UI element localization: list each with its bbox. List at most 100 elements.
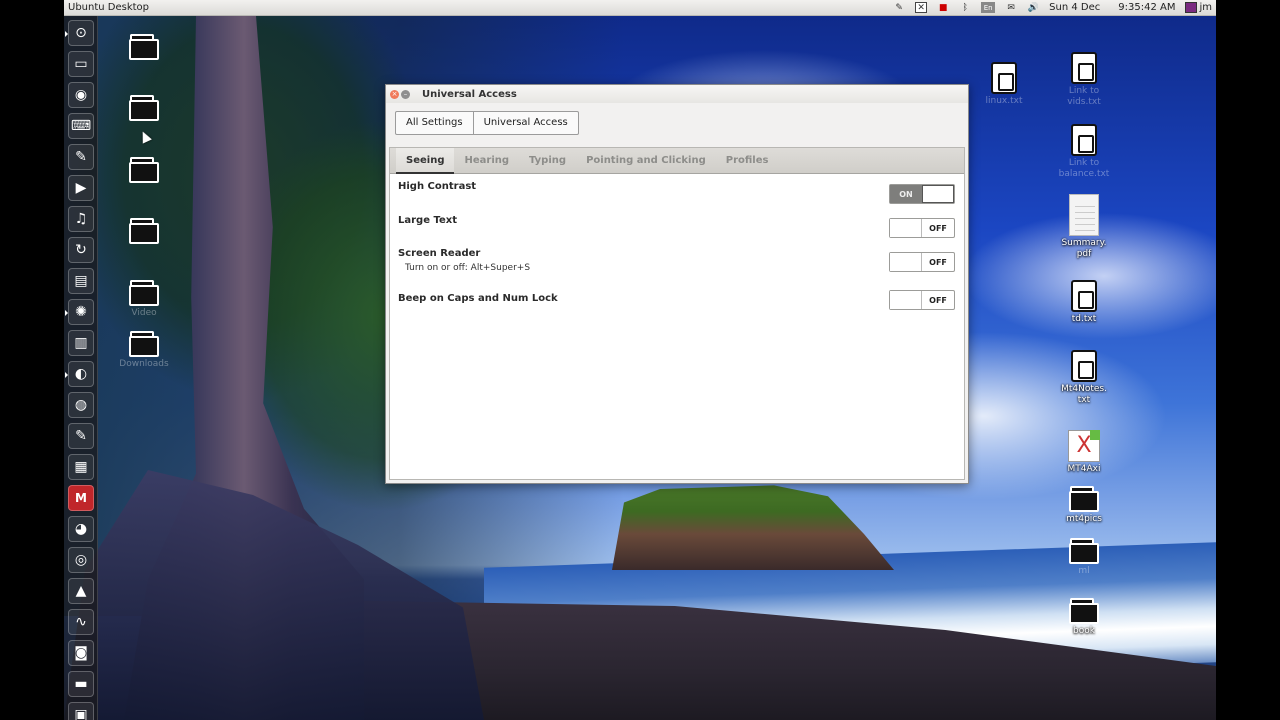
desktop-item[interactable]: book [1052, 598, 1116, 637]
settings-panel: Seeing Hearing Typing Pointing and Click… [389, 147, 965, 480]
launcher-keyboard-icon[interactable]: ⌨ [68, 113, 94, 139]
launcher-music-icon[interactable]: ♫ [68, 206, 94, 232]
folder-icon [129, 34, 159, 60]
beep-caps-toggle[interactable]: OFF [889, 290, 955, 310]
toggle-on-label: ON [890, 185, 922, 203]
close-box-icon[interactable]: ✕ [915, 2, 928, 13]
desktop-folder[interactable]: Downloads [112, 331, 176, 370]
mail-icon[interactable]: ✉ [1005, 2, 1017, 13]
desktop-item-label: ml [1078, 566, 1090, 576]
folder-icon [129, 95, 159, 121]
desktop-item[interactable]: Link to vids.txt [1052, 52, 1116, 108]
setting-row-large-text: Large Text OFF [398, 215, 958, 238]
folder-icon [1069, 538, 1099, 564]
desktop-item-label: Summary. pdf [1061, 238, 1107, 259]
desktop-item[interactable]: linux.txt [972, 62, 1036, 107]
tab-hearing[interactable]: Hearing [454, 148, 519, 174]
desktop-item[interactable]: Summary. pdf [1052, 194, 1116, 260]
desktop-item[interactable]: ml [1052, 538, 1116, 577]
desktop-folder[interactable] [112, 218, 176, 246]
desktop-item[interactable]: Link to balance.txt [1052, 124, 1116, 180]
launcher-chromium-icon[interactable]: ◍ [68, 392, 94, 418]
setting-shortcut-hint: Turn on or off: Alt+Super+S [405, 263, 531, 273]
universal-access-window: × – Universal Access All Settings Univer… [385, 84, 969, 484]
text-file-icon [1071, 52, 1097, 84]
tab-typing[interactable]: Typing [519, 148, 576, 174]
launcher-terminal-icon[interactable]: ▶ [68, 175, 94, 201]
launcher-gmail-icon[interactable]: M [68, 485, 94, 511]
folder-icon [1069, 598, 1099, 624]
folder-icon [129, 280, 159, 306]
toggle-off-label: OFF [929, 295, 947, 305]
window-titlebar[interactable]: × – Universal Access [386, 85, 968, 103]
bluetooth-icon[interactable]: ᛒ [959, 2, 971, 13]
launcher-media-player-icon[interactable]: ◎ [68, 547, 94, 573]
desktop-folder[interactable] [112, 34, 176, 62]
setting-row-screen-reader: Screen Reader Turn on or off: Alt+Super+… [398, 248, 958, 273]
launcher-workspace-icon[interactable]: ▭ [68, 51, 94, 77]
launcher-system-monitor-icon[interactable]: ∿ [68, 609, 94, 635]
desktop-item[interactable]: Mt4Notes. txt [1052, 350, 1116, 406]
launcher-presentation-icon[interactable]: ▲ [68, 578, 94, 604]
desktop-item-label: linux.txt [985, 96, 1023, 106]
desktop-item-label: Link to vids.txt [1067, 86, 1101, 107]
desktop-folder[interactable]: Video [112, 280, 176, 319]
breadcrumb-universal-access[interactable]: Universal Access [472, 112, 578, 134]
toggle-knob [890, 291, 923, 309]
clock-display[interactable]: 9:35:42 AM [1118, 2, 1175, 13]
user-avatar-icon[interactable] [1185, 2, 1198, 13]
launcher-network-icon[interactable]: ◕ [68, 516, 94, 542]
pencil-icon[interactable]: ✎ [893, 2, 905, 13]
desktop-item[interactable]: X MT4Axi [1052, 430, 1116, 475]
desktop-item-label: Video [131, 308, 157, 318]
text-file-icon [1071, 124, 1097, 156]
volume-icon[interactable]: 🔊 [1027, 2, 1039, 13]
launcher-dash-icon[interactable]: ⊙ [65, 20, 94, 46]
large-text-toggle[interactable]: OFF [889, 218, 955, 238]
desktop-item[interactable]: td.txt [1052, 280, 1116, 325]
toggle-off-label: OFF [929, 257, 947, 267]
high-contrast-toggle[interactable]: ON [889, 184, 955, 204]
launcher-settings-icon[interactable]: ✎ [68, 144, 94, 170]
launcher-firefox-icon[interactable]: ◐ [65, 361, 94, 387]
launcher-archive-icon[interactable]: ▥ [68, 330, 94, 356]
launcher-disk-utility-icon[interactable]: ◙ [68, 640, 94, 666]
desktop-item-label: td.txt [1071, 314, 1097, 324]
user-name[interactable]: jm [1199, 2, 1212, 13]
setting-label: High Contrast [398, 181, 477, 192]
desktop-folder[interactable] [112, 157, 176, 185]
toggle-knob [921, 185, 954, 203]
breadcrumb-all-settings[interactable]: All Settings [396, 112, 473, 134]
desktop-item-label: mt4pics [1066, 514, 1102, 524]
top-panel-title: Ubuntu Desktop [68, 2, 150, 13]
desktop-item-label: Downloads [119, 359, 169, 369]
launcher-tray-icon[interactable]: ▬ [68, 671, 94, 697]
desktop-item[interactable]: mt4pics [1052, 486, 1116, 525]
desktop-item-label: MT4Axi [1067, 464, 1101, 474]
pdf-file-icon [1069, 194, 1099, 236]
minimize-icon[interactable]: – [401, 89, 410, 99]
setting-label: Beep on Caps and Num Lock [398, 293, 558, 304]
tab-seeing[interactable]: Seeing [396, 147, 455, 174]
tab-pointing-and-clicking[interactable]: Pointing and Clicking [576, 148, 716, 174]
launcher-notes-icon[interactable]: ▤ [68, 268, 94, 294]
desktop-item-label: Link to balance.txt [1058, 158, 1110, 179]
launcher-text-editor-icon[interactable]: ✎ [68, 423, 94, 449]
launcher-update-icon[interactable]: ↻ [68, 237, 94, 263]
launcher-gimp-icon[interactable]: ✺ [65, 299, 94, 325]
text-file-icon [1071, 350, 1097, 382]
spreadsheet-file-icon: X [1068, 430, 1100, 462]
launcher-app-icon[interactable]: ▣ [68, 702, 94, 720]
launcher-calculator-icon[interactable]: ▦ [68, 454, 94, 480]
folder-icon [129, 157, 159, 183]
tab-profiles[interactable]: Profiles [716, 148, 779, 174]
keyboard-layout-indicator[interactable]: En [981, 2, 996, 13]
screen-reader-toggle[interactable]: OFF [889, 252, 955, 272]
desktop-folder[interactable] [112, 95, 176, 123]
setting-label: Large Text [398, 215, 457, 226]
close-icon[interactable]: × [390, 89, 399, 99]
record-icon[interactable]: ■ [937, 2, 949, 13]
launcher-browser-icon[interactable]: ◉ [68, 82, 94, 108]
launcher: ⊙ ▭ ◉ ⌨ ✎ ▶ ♫ ↻ ▤ ✺ ▥ ◐ ◍ ✎ ▦ M ◕ ◎ ▲ ∿ ◙ ▬ ▣ [64, 16, 98, 720]
date-display[interactable]: Sun 4 Dec [1049, 2, 1100, 13]
